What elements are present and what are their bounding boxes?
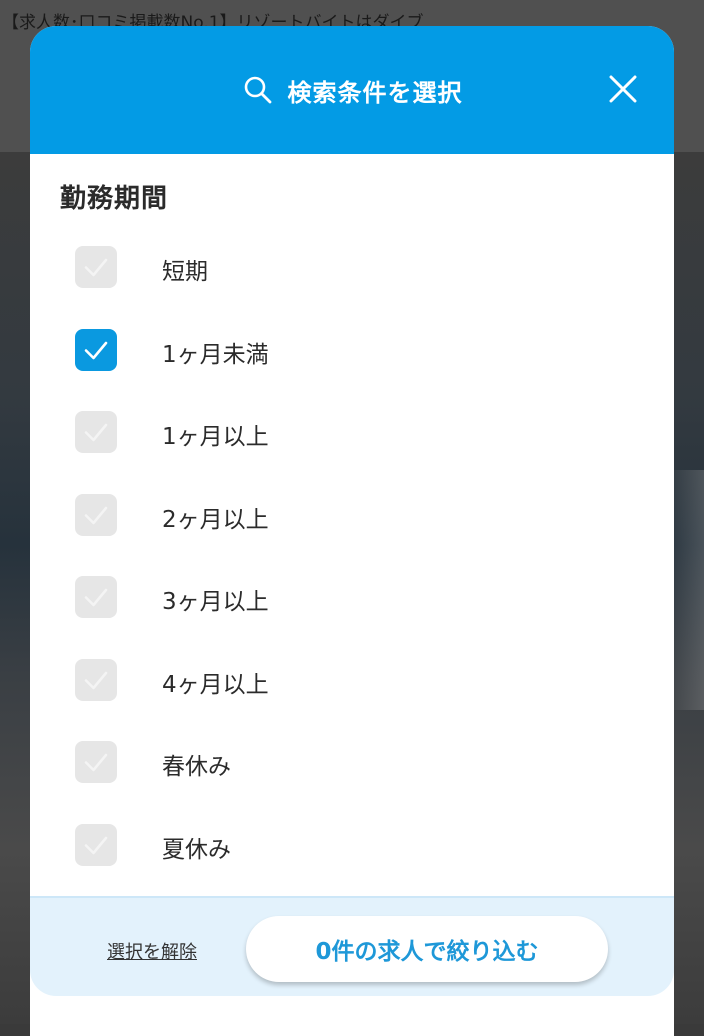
checkbox-unchecked[interactable] bbox=[75, 658, 117, 701]
checkbox-option[interactable]: 春休み bbox=[30, 739, 674, 822]
option-label: 1ヶ月未満 bbox=[162, 341, 269, 368]
close-icon bbox=[606, 72, 640, 106]
checkbox-checked[interactable] bbox=[75, 328, 117, 371]
check-icon bbox=[84, 588, 108, 607]
option-label: 2ヶ月以上 bbox=[162, 506, 269, 533]
checkbox-option[interactable]: 1ヶ月未満 bbox=[30, 327, 674, 410]
check-icon bbox=[84, 506, 108, 524]
option-label: 1ヶ月以上 bbox=[162, 424, 269, 450]
check-icon bbox=[84, 258, 108, 277]
checkbox-unchecked[interactable] bbox=[75, 741, 117, 783]
option-label: 春休み bbox=[162, 754, 231, 780]
check-icon bbox=[84, 753, 108, 772]
checkbox-option[interactable]: 4ヶ月以上 bbox=[30, 657, 674, 740]
checkbox-unchecked[interactable] bbox=[75, 246, 117, 288]
apply-filter-button[interactable]: 0件の求人で絞り込む bbox=[246, 916, 608, 982]
option-label: 短期 bbox=[162, 259, 208, 285]
check-icon bbox=[84, 341, 108, 359]
checkbox-option[interactable]: 1ヶ月以上 bbox=[30, 409, 674, 492]
check-icon bbox=[84, 671, 108, 689]
checkbox-unchecked[interactable] bbox=[75, 823, 117, 866]
option-label: 夏休み bbox=[162, 836, 231, 863]
search-conditions-modal: 検索条件を選択 勤務期間 短期 1ヶ月未満 1ヶ月以上 2ヶ月以上 3ヶ月以上 4ヶ月以上… bbox=[30, 26, 674, 1036]
close-button[interactable] bbox=[606, 72, 640, 106]
modal-bottom-area bbox=[30, 996, 674, 1036]
checkbox-unchecked[interactable] bbox=[75, 493, 117, 536]
clear-selection-link[interactable]: 選択を解除 bbox=[107, 938, 197, 964]
search-icon bbox=[242, 74, 288, 106]
check-icon bbox=[84, 423, 108, 442]
checkbox-option[interactable]: 2ヶ月以上 bbox=[30, 492, 674, 575]
checkbox-option[interactable]: 夏休み bbox=[30, 822, 674, 905]
modal-title-group: 検索条件を選択 bbox=[30, 26, 674, 154]
work-period-options: 短期 1ヶ月未満 1ヶ月以上 2ヶ月以上 3ヶ月以上 4ヶ月以上春休み夏休み bbox=[30, 244, 674, 904]
section-title-work-period: 勤務期間 bbox=[60, 184, 169, 214]
option-label: 3ヶ月以上 bbox=[162, 589, 269, 615]
checkbox-unchecked[interactable] bbox=[75, 576, 117, 618]
checkbox-option[interactable]: 短期 bbox=[30, 244, 674, 327]
check-icon bbox=[84, 836, 108, 854]
modal-footer: 選択を解除 0件の求人で絞り込む bbox=[30, 896, 674, 996]
modal-title: 検索条件を選択 bbox=[287, 78, 463, 107]
checkbox-unchecked[interactable] bbox=[75, 411, 117, 453]
option-label: 4ヶ月以上 bbox=[162, 671, 269, 698]
checkbox-option[interactable]: 3ヶ月以上 bbox=[30, 574, 674, 657]
modal-header: 検索条件を選択 bbox=[30, 26, 674, 154]
